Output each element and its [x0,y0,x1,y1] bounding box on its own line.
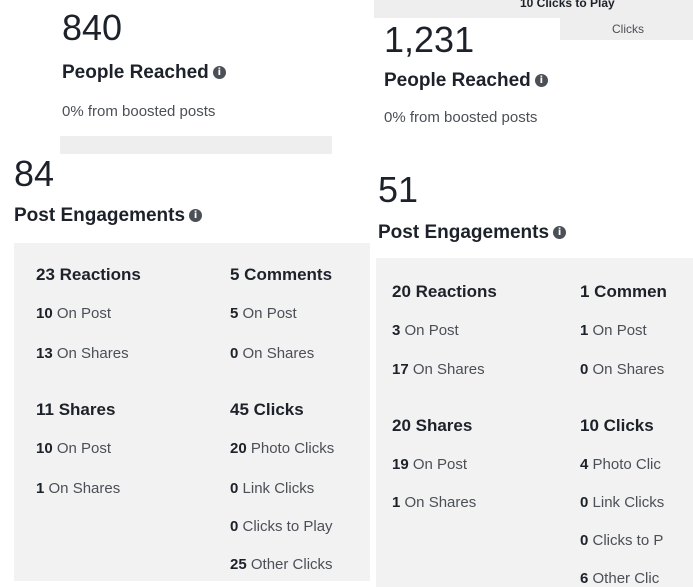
reactions-on-post: 3 On Post [392,322,459,339]
shares-on-post: 19 On Post [392,456,468,473]
comments-on-shares: 0 On Shares [230,345,315,362]
post-engagements-heading: Post Engagements i [14,205,203,227]
people-reached-count: 1,231 [384,19,475,60]
reactions-on-shares: 13 On Shares [36,345,129,362]
post-engagements-label: Post Engagements [14,205,186,226]
info-icon[interactable]: i [189,209,203,222]
reactions-heading: 23 Reactions [36,265,141,284]
shares-heading: 20 Shares [392,416,473,435]
people-reached-heading: People Reached i [384,70,548,92]
clicks-to-play: 0 Clicks to Play [230,518,333,535]
photo-clicks: 4 Photo Clic [580,456,661,473]
reactions-on-post: 10 On Post [36,305,112,322]
clicks-to-play-partial: 10 Clicks to Play [520,0,615,10]
info-icon[interactable]: i [534,74,548,87]
shares-on-shares: 1 On Shares [36,480,121,497]
reactions-on-shares: 17 On Shares [392,361,485,378]
post-engagements-count: 51 [378,169,419,210]
boosted-posts-note: 0% from boosted posts [62,103,216,120]
shares-heading: 11 Shares [36,400,116,419]
people-reached-label: People Reached [384,70,531,91]
link-clicks: 0 Link Clicks [230,480,315,497]
comments-on-post: 5 On Post [230,305,297,322]
info-icon[interactable]: i [553,226,567,239]
divider-bar [60,136,332,154]
people-reached-label: People Reached [62,62,209,83]
reactions-heading: 20 Reactions [392,282,497,301]
post-engagements-count: 84 [14,153,55,194]
comments-on-post: 1 On Post [580,322,647,339]
post-engagements-heading: Post Engagements i [378,222,567,244]
other-clicks: 25 Other Clicks [230,556,333,573]
link-clicks: 0 Link Clicks [580,494,665,511]
comments-heading: 5 Comments [230,265,333,284]
boosted-posts-note: 0% from boosted posts [384,109,538,126]
shares-on-post: 10 On Post [36,440,112,457]
comments-heading: 1 Commen [580,282,667,301]
clicks-heading: 45 Clicks [230,400,304,419]
people-reached-heading: People Reached i [62,62,226,84]
shares-on-shares: 1 On Shares [392,494,477,511]
post-engagements-label: Post Engagements [378,222,550,243]
clicks-heading: 10 Clicks [580,416,654,435]
info-icon[interactable]: i [212,66,226,79]
clicks-to-play: 0 Clicks to P [580,532,664,549]
comments-on-shares: 0 On Shares [580,361,665,378]
people-reached-count: 840 [62,7,123,48]
other-clicks: 6 Other Clic [580,570,660,587]
photo-clicks: 20 Photo Clicks [230,440,335,457]
clicks-partial: Clicks [612,22,644,36]
